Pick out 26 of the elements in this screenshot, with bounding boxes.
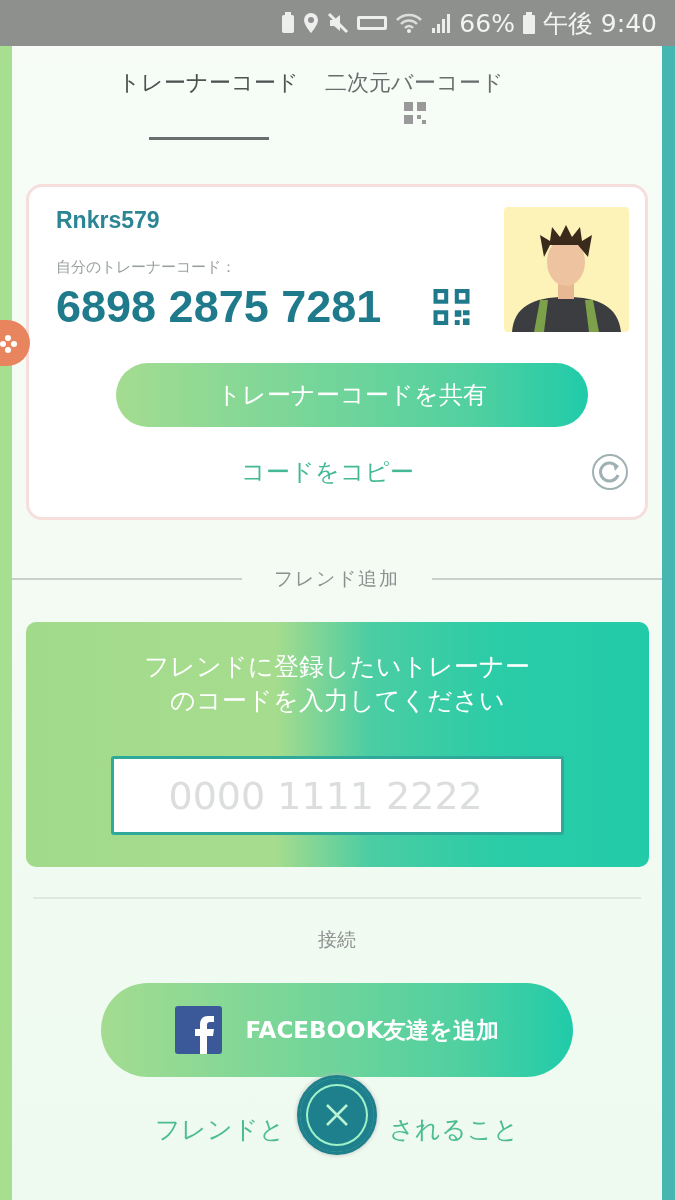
copy-code-link[interactable]: コードをコピー: [235, 455, 420, 489]
clock: 午後 9:40: [542, 7, 657, 40]
tab[interactable]: 二次元バーコード: [325, 68, 504, 98]
qr-code-icon: [403, 102, 426, 124]
add-friend-prompt: フレンドに登録したいトレーナーのコードを入力してください: [143, 651, 531, 717]
location-icon: [303, 12, 320, 34]
battery-icon: [522, 12, 535, 34]
floating-handle-icon[interactable]: [0, 320, 30, 366]
trainer-name: Rnkrs579: [56, 207, 161, 234]
facebook-logo-icon: [174, 1006, 222, 1054]
wifi-icon: [395, 12, 424, 34]
friend-info-link[interactable]: フレンドと: [155, 1113, 285, 1146]
trainer-code: 6898 2875 7281: [56, 281, 382, 333]
code-label: 自分のトレーナーコード：: [56, 258, 237, 277]
refresh-icon[interactable]: [591, 453, 629, 491]
qr-code-icon[interactable]: [433, 289, 471, 325]
share-code-button[interactable]: トレーナーコードを共有: [116, 363, 588, 427]
facebook-button[interactable]: FACEBOOK友達を追加: [101, 983, 573, 1077]
tab[interactable]: トレーナーコード: [118, 68, 299, 98]
battery-percent: 66%: [459, 8, 515, 38]
section-heading: 接続: [318, 927, 356, 952]
signal-icon: [431, 12, 452, 34]
mute-icon: [327, 12, 350, 34]
close-button[interactable]: [297, 1075, 377, 1155]
friend-info-link[interactable]: されること: [389, 1113, 519, 1146]
section-heading: フレンド追加: [273, 566, 401, 591]
